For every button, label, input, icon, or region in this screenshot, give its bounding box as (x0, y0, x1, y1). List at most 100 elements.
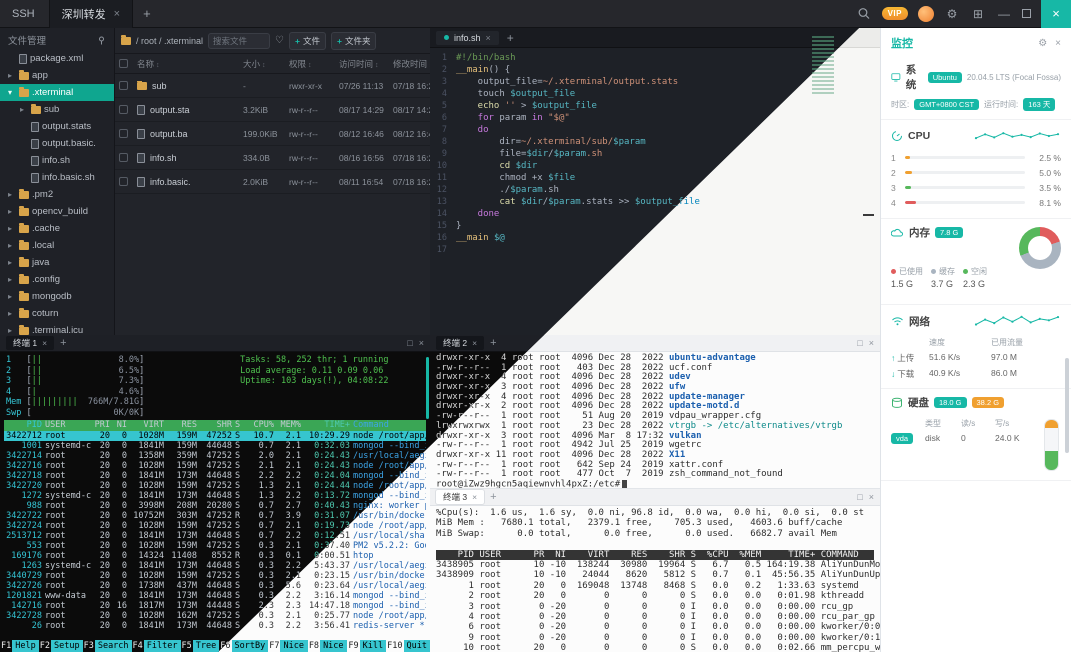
process-row[interactable]: 3422714root2001358M359M47252S2.02.10:24.… (4, 451, 426, 461)
tree-item--xterminal[interactable]: ▾.xterminal (0, 84, 114, 101)
terminal-tab-3[interactable]: 终端 3× (436, 490, 484, 504)
tree-item-info-basic-sh[interactable]: info.basic.sh (0, 169, 114, 186)
tree-item-info-sh[interactable]: info.sh (0, 152, 114, 169)
search-icon[interactable] (856, 7, 872, 20)
vip-badge[interactable]: VIP (882, 7, 908, 20)
tree-item-app[interactable]: ▸app (0, 67, 114, 84)
row-checkbox[interactable] (119, 81, 128, 90)
select-all-checkbox[interactable] (119, 59, 128, 68)
process-row[interactable]: 3422718root2001841M173M44648S2.22.20:24.… (4, 471, 426, 481)
close-tab-icon[interactable]: × (42, 338, 47, 348)
close-window-button[interactable]: × (1041, 0, 1071, 28)
close-tab-icon[interactable]: × (472, 492, 477, 502)
expand-pane-icon[interactable]: □ (407, 338, 412, 348)
close-pane-icon[interactable]: × (869, 338, 874, 348)
tree-item-output-basic-[interactable]: output.basic. (0, 135, 114, 152)
fkey-F5[interactable]: F5Tree (181, 640, 220, 652)
htop-stat-line: Uptime: 103 days(!), 04:08:22 (240, 376, 424, 387)
terminal-tab-2[interactable]: 终端 2× (436, 336, 484, 350)
apps-grid-icon[interactable]: ⊞ (970, 7, 986, 21)
settings-gear-icon[interactable]: ⚙ (944, 7, 960, 21)
memory-legend: 已使用1.5 G缓存3.7 G空闲2.3 G (891, 266, 1061, 289)
column-header-0[interactable]: 名称 ↕ (137, 58, 241, 70)
file-icon (31, 173, 39, 183)
pin-icon[interactable] (97, 36, 106, 45)
tree-item-opencv-build[interactable]: ▸opencv_build (0, 203, 114, 220)
column-header-1[interactable]: 大小 ↕ (243, 58, 287, 70)
fkey-F4[interactable]: F4Filter (132, 640, 181, 652)
row-checkbox[interactable] (119, 153, 128, 162)
code-editor[interactable]: info.sh×+1#!/bin/bash2__main() {3 output… (430, 28, 880, 335)
user-avatar[interactable] (918, 6, 934, 22)
fkey-F2[interactable]: F2Setup (39, 640, 83, 652)
close-session-icon[interactable]: × (114, 8, 120, 20)
tree-item-coturn[interactable]: ▸coturn (0, 305, 114, 322)
tree-item--local[interactable]: ▸.local (0, 237, 114, 254)
close-tab-icon[interactable]: × (486, 33, 491, 43)
terminal-pane-2[interactable]: 终端 2×+□×drwxr-xr-x 4 root root 4096 Dec … (430, 335, 880, 488)
file-row[interactable]: output.sta3.2KiBrw-r--r--08/17 14:2908/1… (115, 98, 430, 122)
tree-item-output-stats[interactable]: output.stats (0, 118, 114, 135)
monitor-close-icon[interactable]: × (1055, 38, 1061, 49)
file-row[interactable]: info.sh334.0Brw-r--r--08/16 16:5607/18 1… (115, 146, 430, 170)
network-label: 网络 (909, 314, 930, 329)
tree-item-package-xml[interactable]: package.xml (0, 50, 114, 67)
minimize-button[interactable]: — (996, 7, 1012, 21)
monitor-scrollbar[interactable] (1065, 358, 1069, 453)
tree-item--pm2[interactable]: ▸.pm2 (0, 186, 114, 203)
fkey-F9[interactable]: F9Kill (347, 640, 386, 652)
breadcrumb[interactable]: / root / .xterminal (136, 36, 203, 46)
tree-item-mongodb[interactable]: ▸mongodb (0, 288, 114, 305)
fkey-F1[interactable]: F1Help (0, 640, 39, 652)
line-number: 10 (430, 160, 456, 172)
new-terminal-button[interactable]: + (60, 337, 66, 349)
row-checkbox[interactable] (119, 177, 128, 186)
column-header-2[interactable]: 权限 ↕ (289, 58, 337, 70)
tree-item--cache[interactable]: ▸.cache (0, 220, 114, 237)
fkey-F7[interactable]: F7Nice - (268, 640, 308, 652)
terminal-scrollbar[interactable] (426, 357, 429, 419)
column-header-3[interactable]: 访问时间 ↕ (339, 58, 391, 70)
file-row[interactable]: output.ba199.0KiBrw-r--r--08/12 16:4608/… (115, 122, 430, 146)
process-row[interactable]: 3422720root2001028M159M47252S1.32.10:24.… (4, 481, 426, 491)
tree-item--config[interactable]: ▸.config (0, 271, 114, 288)
process-row[interactable]: 3422716root2001028M159M47252S2.12.10:24.… (4, 461, 426, 471)
new-session-button[interactable]: + (143, 6, 151, 21)
file-table: sub-rwxr-xr-x07/26 11:1307/18 16:24outpu… (115, 74, 430, 194)
maximize-button[interactable] (1022, 9, 1031, 18)
new-file-button[interactable]: +文件 (289, 32, 326, 50)
terminal-tab-1[interactable]: 终端 1× (6, 336, 54, 350)
close-pane-icon[interactable]: × (419, 338, 424, 348)
close-pane-icon[interactable]: × (869, 492, 874, 502)
process-row[interactable]: 988root2003998M208M20280S0.72.70:40.43ng… (4, 501, 426, 511)
file-row[interactable]: sub-rwxr-xr-x07/26 11:1307/18 16:24 (115, 74, 430, 98)
column-header-4[interactable]: 修改时间 ↕ (393, 58, 430, 70)
fkey-F3[interactable]: F3Search (83, 640, 132, 652)
monitor-settings-icon[interactable]: ⚙ (1038, 38, 1047, 49)
process-row[interactable]: 1272systemd-c2001841M173M44648S1.32.20:1… (4, 491, 426, 501)
new-folder-button[interactable]: +文件夹 (331, 32, 376, 50)
row-checkbox[interactable] (119, 129, 128, 138)
tree-item-sub[interactable]: ▸sub (0, 101, 114, 118)
close-tab-icon[interactable]: × (472, 338, 477, 348)
row-checkbox[interactable] (119, 105, 128, 114)
new-editor-tab-button[interactable]: + (507, 31, 514, 45)
terminal-pane-1[interactable]: 终端 1×+□×1 [|| 8.0%]2 [|| 6.5%]3 [|| 7.3%… (0, 335, 430, 652)
expand-pane-icon[interactable]: □ (857, 338, 862, 348)
process-row[interactable]: 1001systemd-c2001841M159M44648S0.72.10:3… (4, 441, 426, 451)
fkey-F10[interactable]: F10Quit (386, 640, 430, 652)
process-row[interactable]: 3422712root2001028M159M47252S10.72.110:2… (4, 431, 426, 441)
tree-item--terminal-icu[interactable]: ▸.terminal.icu (0, 322, 114, 335)
session-tab[interactable]: 深圳转发 × (49, 0, 133, 28)
file-row[interactable]: info.basic.2.0KiBrw-r--r--08/11 16:5407/… (115, 170, 430, 194)
new-terminal-button[interactable]: + (490, 491, 496, 503)
editor-tab-info-sh[interactable]: info.sh× (436, 31, 499, 45)
new-terminal-button[interactable]: + (490, 337, 496, 349)
tree-item-java[interactable]: ▸java (0, 254, 114, 271)
expand-pane-icon[interactable]: □ (857, 492, 862, 502)
terminal-pane-3[interactable]: 终端 3×+□×%Cpu(s): 1.6 us, 1.6 sy, 0.0 ni,… (430, 488, 880, 652)
line-number: 8 (430, 136, 456, 148)
favorite-icon[interactable]: ♡ (275, 35, 284, 46)
fkey-F8[interactable]: F8Nice + (308, 640, 348, 652)
search-input[interactable] (208, 33, 270, 49)
